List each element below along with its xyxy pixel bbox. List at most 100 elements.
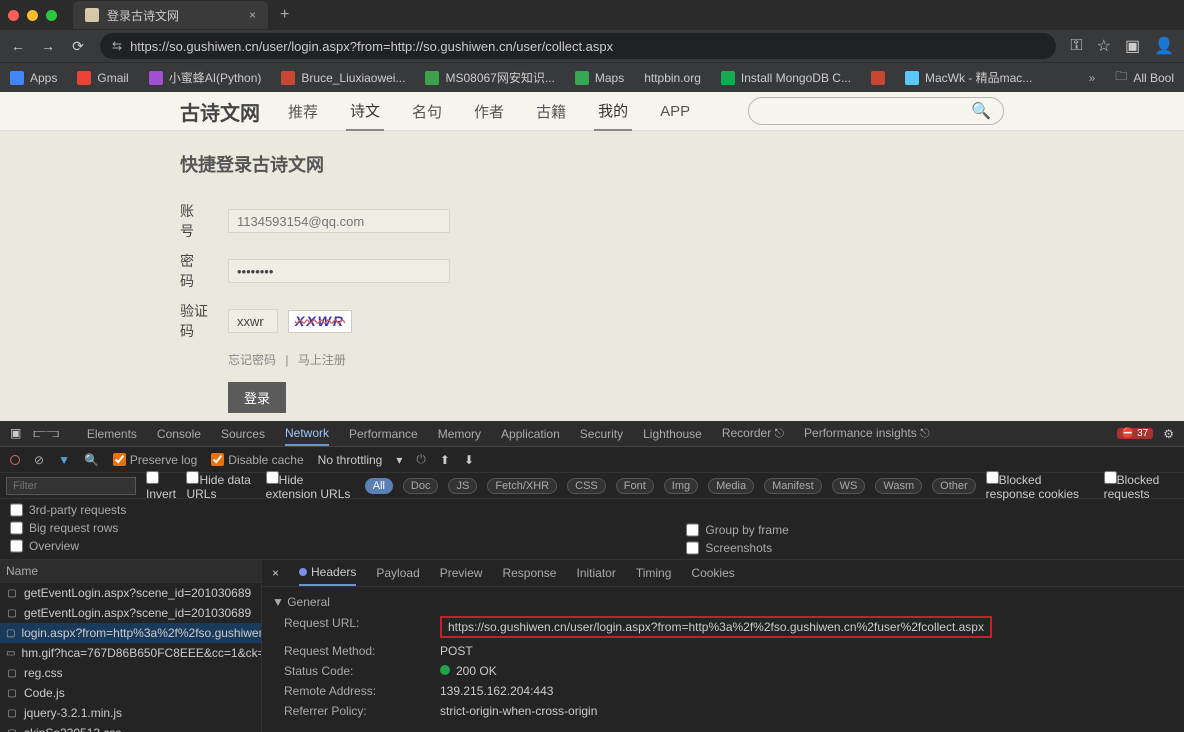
login-button[interactable]: 登录 (228, 382, 286, 413)
bookmark-mongodb[interactable]: Install MongoDB C... (721, 71, 851, 85)
filter-wasm[interactable]: Wasm (875, 478, 922, 494)
search-icon[interactable]: 🔍 (971, 101, 991, 121)
preview-tab[interactable]: Preview (440, 561, 483, 585)
general-section[interactable]: ▼ General (272, 591, 1174, 613)
request-row[interactable]: ▢Code.js (0, 683, 261, 703)
record-button[interactable] (10, 455, 20, 465)
request-row[interactable]: ▢getEventLogin.aspx?scene_id=201030689 (0, 583, 261, 603)
close-tab-icon[interactable]: × (249, 8, 256, 22)
settings-icon[interactable]: ⚙ (1163, 427, 1174, 441)
request-row[interactable]: ▭hm.gif?hca=767D86B650FC8EEE&cc=1&ck=1&c… (0, 643, 261, 663)
search-icon[interactable]: 🔍 (84, 453, 99, 467)
throttling-select[interactable]: No throttling (318, 453, 383, 467)
cookies-tab[interactable]: Cookies (691, 561, 734, 585)
filter-media[interactable]: Media (708, 478, 754, 494)
site-info-icon[interactable]: ⇆ (112, 39, 122, 53)
inspect-icon[interactable]: ▣ (10, 426, 21, 441)
nav-mingju[interactable]: 名句 (408, 93, 446, 130)
disable-cache-checkbox[interactable]: Disable cache (211, 453, 303, 467)
url-bar[interactable]: ⇆ https://so.gushiwen.cn/user/login.aspx… (100, 33, 1056, 59)
filter-fetch[interactable]: Fetch/XHR (487, 478, 557, 494)
back-button[interactable]: ← (10, 38, 26, 54)
device-toggle-icon[interactable]: ⫍⫎ (33, 426, 59, 441)
request-row[interactable]: ▢skinSo230513.css (0, 723, 261, 732)
tab-recorder[interactable]: Recorder ⎋ (722, 422, 784, 445)
bookmark-httpbin[interactable]: httpbin.org (644, 71, 701, 85)
initiator-tab[interactable]: Initiator (576, 561, 615, 585)
reload-button[interactable]: ⟳ (70, 38, 86, 55)
clear-button[interactable]: ⊘ (34, 453, 44, 467)
filter-other[interactable]: Other (932, 478, 976, 494)
throttling-dropdown-icon[interactable]: ▾ (396, 453, 402, 467)
tab-network[interactable]: Network (285, 422, 329, 446)
hide-ext-urls-checkbox[interactable]: Hide extension URLs (266, 471, 355, 501)
response-headers-section[interactable]: ▼ Response Headers (272, 727, 1174, 732)
captcha-input[interactable] (228, 309, 278, 333)
nav-shiwen[interactable]: 诗文 (346, 92, 384, 131)
tab-security[interactable]: Security (580, 423, 623, 445)
blocked-cookies-checkbox[interactable]: Blocked response cookies (986, 471, 1094, 501)
nav-app[interactable]: APP (656, 95, 694, 128)
browser-tab[interactable]: 登录古诗文网 × (73, 1, 268, 29)
screenshots-checkbox[interactable]: Screenshots (686, 541, 788, 555)
all-bookmarks-button[interactable]: 🗀All Bool (1115, 67, 1174, 88)
tab-perf-insights[interactable]: Performance insights ⎋ (804, 422, 930, 445)
upload-icon[interactable]: ⬆ (440, 453, 450, 467)
close-window-icon[interactable] (8, 10, 19, 21)
payload-tab[interactable]: Payload (376, 561, 419, 585)
list-header-name[interactable]: Name (0, 560, 261, 583)
blocked-requests-checkbox[interactable]: Blocked requests (1104, 471, 1178, 501)
filter-js[interactable]: JS (448, 478, 477, 494)
password-icon[interactable]: ⚿ (1070, 37, 1082, 55)
maximize-window-icon[interactable] (46, 10, 57, 21)
minimize-window-icon[interactable] (27, 10, 38, 21)
captcha-image[interactable]: XXWR (288, 310, 352, 333)
request-row[interactable]: ▢getEventLogin.aspx?scene_id=201030689 (0, 603, 261, 623)
apps-shortcut[interactable]: Apps (10, 71, 57, 85)
tab-sources[interactable]: Sources (221, 423, 265, 445)
tab-elements[interactable]: Elements (87, 423, 137, 445)
nav-author[interactable]: 作者 (470, 93, 508, 130)
tab-application[interactable]: Application (501, 423, 560, 445)
tab-performance[interactable]: Performance (349, 423, 418, 445)
account-input[interactable] (228, 209, 450, 233)
filter-toggle-icon[interactable]: ▼ (58, 453, 70, 467)
bookmark-ai[interactable]: 小蜜蜂AI(Python) (149, 69, 262, 86)
preserve-log-checkbox[interactable]: Preserve log (113, 453, 197, 467)
site-search[interactable]: 🔍 (748, 97, 1004, 125)
bookmark-maps[interactable]: Maps (575, 71, 624, 85)
tab-memory[interactable]: Memory (438, 423, 481, 445)
bookmark-bruce[interactable]: Bruce_Liuxiaowei... (281, 71, 405, 85)
filter-input[interactable] (6, 477, 136, 495)
extensions-icon[interactable]: ▣ (1125, 36, 1140, 56)
timing-tab[interactable]: Timing (636, 561, 672, 585)
bookmark-c1[interactable] (871, 71, 885, 85)
filter-img[interactable]: Img (664, 478, 698, 494)
register-link[interactable]: 马上注册 (298, 353, 346, 367)
filter-ws[interactable]: WS (832, 478, 866, 494)
tab-console[interactable]: Console (157, 423, 201, 445)
bookmarks-overflow-icon[interactable]: » (1089, 71, 1096, 85)
hide-data-urls-checkbox[interactable]: Hide data URLs (186, 471, 255, 501)
filter-font[interactable]: Font (616, 478, 654, 494)
big-rows-checkbox[interactable]: Big request rows (10, 521, 126, 535)
response-tab[interactable]: Response (502, 561, 556, 585)
error-count-badge[interactable]: ⛔ 37 (1117, 428, 1153, 439)
bookmark-gmail[interactable]: Gmail (77, 71, 128, 85)
profile-icon[interactable]: 👤 (1154, 36, 1174, 56)
overview-checkbox[interactable]: Overview (10, 539, 126, 553)
3rd-party-checkbox[interactable]: 3rd-party requests (10, 503, 126, 517)
nav-recommend[interactable]: 推荐 (284, 93, 322, 130)
filter-manifest[interactable]: Manifest (764, 478, 822, 494)
nav-guji[interactable]: 古籍 (532, 93, 570, 130)
close-detail-icon[interactable]: × (272, 566, 279, 580)
wifi-icon[interactable]: ⏻ (416, 452, 426, 467)
forgot-password-link[interactable]: 忘记密码 (228, 353, 276, 367)
request-row[interactable]: ▢login.aspx?from=http%3a%2f%2fso.gushiwe… (0, 623, 261, 643)
headers-tab[interactable]: Headers (299, 560, 356, 586)
request-row[interactable]: ▢jquery-3.2.1.min.js (0, 703, 261, 723)
group-by-frame-checkbox[interactable]: Group by frame (686, 523, 788, 537)
request-row[interactable]: ▢reg.css (0, 663, 261, 683)
bookmark-star-icon[interactable]: ☆ (1097, 36, 1111, 56)
download-icon[interactable]: ⬇ (464, 453, 474, 467)
